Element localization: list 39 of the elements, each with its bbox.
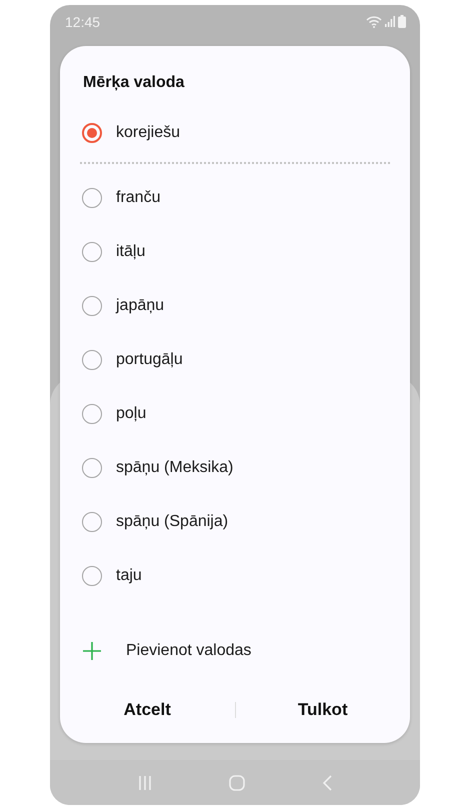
cancel-button[interactable]: Atcelt	[60, 690, 234, 730]
radio-button[interactable]	[82, 296, 102, 316]
radio-button[interactable]	[82, 404, 102, 424]
radio-button[interactable]	[82, 566, 102, 586]
plus-icon	[82, 641, 102, 661]
radio-button[interactable]	[82, 188, 102, 208]
language-option[interactable]: japāņu	[60, 279, 410, 333]
language-option[interactable]: spāņu (Spānija)	[60, 495, 410, 549]
radio-button[interactable]	[82, 123, 102, 143]
language-label: korejiešu	[116, 124, 180, 142]
language-option[interactable]: taju	[60, 549, 410, 603]
language-option[interactable]: portugāļu	[60, 333, 410, 387]
language-label: japāņu	[116, 297, 164, 315]
language-label: taju	[116, 567, 142, 585]
dialog-title: Mērķa valoda	[82, 73, 186, 93]
language-label: portugāļu	[116, 351, 183, 369]
radio-button[interactable]	[82, 242, 102, 262]
confirm-button[interactable]: Tulkot	[236, 690, 410, 730]
language-label: spāņu (Spānija)	[116, 513, 228, 531]
language-option[interactable]: korejiešu	[60, 106, 410, 160]
add-languages-button[interactable]: Pievienot valodas	[60, 624, 262, 678]
language-label: itāļu	[116, 243, 146, 261]
language-option[interactable]: poļu	[60, 387, 410, 441]
language-label: poļu	[116, 405, 146, 423]
language-label: franču	[116, 189, 160, 207]
recent-apps-icon[interactable]	[138, 774, 152, 790]
language-label: spāņu (Meksika)	[116, 459, 234, 477]
language-option[interactable]: itāļu	[60, 225, 410, 279]
status-time: 12:45	[65, 14, 100, 30]
radio-button[interactable]	[82, 512, 102, 532]
back-icon[interactable]	[322, 774, 332, 790]
language-option[interactable]: franču	[60, 171, 410, 225]
radio-button[interactable]	[82, 350, 102, 370]
home-icon[interactable]	[228, 774, 245, 790]
wifi-icon	[366, 16, 382, 28]
language-option[interactable]: spāņu (Meksika)	[60, 441, 410, 495]
battery-icon	[398, 15, 406, 28]
signal-icon	[385, 16, 395, 27]
radio-button[interactable]	[82, 458, 102, 478]
